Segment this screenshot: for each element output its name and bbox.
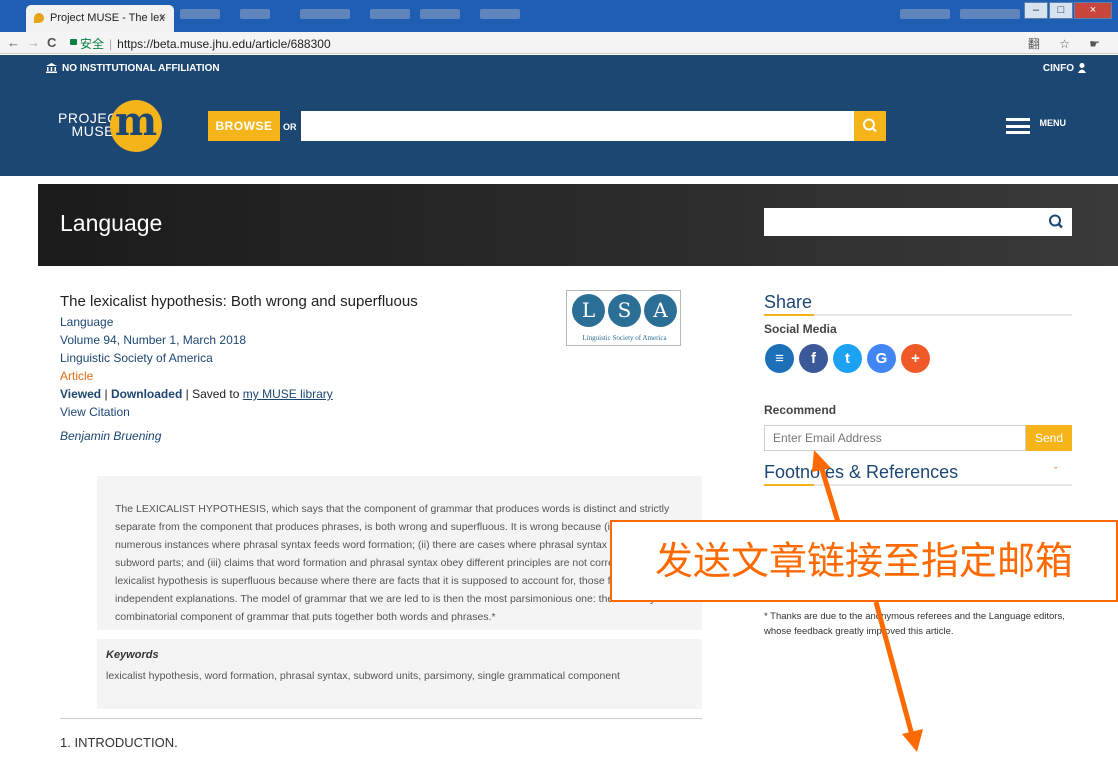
browse-button[interactable]: BROWSE (208, 111, 280, 141)
tab-strip: Project MUSE - The lex × – □ × (0, 0, 1118, 32)
lsa-logo[interactable]: L S A Linguistic Society of America (566, 290, 681, 346)
affiliation-label: NO INSTITUTIONAL AFFILIATION (62, 63, 220, 74)
view-citation-link[interactable]: View Citation (60, 403, 418, 421)
blurred-tab[interactable] (480, 9, 520, 19)
address-bar: ← → C 安全 | https://beta.muse.jhu.edu/artic… (0, 32, 1118, 54)
site-header: PROJECT MUSE m BROWSE OR MENU (0, 82, 1118, 176)
tab-title: Project MUSE - The lex (50, 12, 165, 24)
journal-search-button[interactable] (1042, 208, 1072, 236)
logo-text-bottom: MUSE (71, 123, 114, 139)
tab-close-icon[interactable]: × (160, 11, 166, 23)
browser-tab[interactable]: Project MUSE - The lex × (26, 5, 174, 32)
search-icon (1049, 214, 1063, 229)
minimize-icon[interactable]: – (1024, 2, 1048, 19)
logo-wordmark[interactable]: PROJECT MUSE (58, 111, 126, 139)
journal-search-input[interactable] (764, 208, 1042, 236)
blurred-tab[interactable] (900, 9, 950, 19)
facebook-icon[interactable]: f (799, 344, 828, 373)
list-share-icon[interactable]: ≡ (765, 344, 794, 373)
blurred-tab[interactable] (240, 9, 270, 19)
journal-banner: Language (38, 184, 1118, 266)
saved-prefix: | Saved to (182, 387, 243, 401)
share-rule (764, 314, 1072, 316)
usage-line: Viewed | Downloaded | Saved to my MUSE l… (60, 385, 418, 403)
back-icon[interactable]: ← (7, 35, 20, 50)
share-title: Share (764, 292, 813, 312)
divider (60, 718, 702, 719)
social-icons: ≡ f t G + (765, 344, 930, 373)
keywords-box: Keywords lexicalist hypothesis, word for… (97, 639, 702, 709)
institution-icon (46, 63, 57, 73)
toolbar-icons[interactable]: 翻 ☆ ☛ (1028, 35, 1108, 52)
viewed-label: Viewed (60, 387, 102, 401)
blurred-tab[interactable] (960, 9, 1020, 19)
journal-title[interactable]: Language (60, 210, 162, 237)
lsa-letter: A (644, 294, 677, 327)
site-search-input[interactable] (301, 111, 854, 141)
menu-label[interactable]: MENU (1040, 118, 1067, 128)
window-controls: – □ × (1024, 2, 1112, 19)
journal-link[interactable]: Language (60, 313, 418, 331)
footnotes-rule (764, 484, 1072, 486)
issue-link[interactable]: Volume 94, Number 1, March 2018 (60, 331, 418, 349)
forward-icon[interactable]: → (27, 35, 40, 50)
site-search-button[interactable] (854, 111, 886, 141)
user-icon[interactable] (1078, 63, 1086, 73)
search-icon (863, 118, 877, 133)
account-link[interactable]: CINFO (1043, 63, 1074, 74)
url-text: https://beta.muse.jhu.edu/article/688300 (117, 37, 331, 51)
lsa-letter: S (608, 294, 641, 327)
footnotes-toggle[interactable]: Footnotes & References (764, 462, 958, 483)
social-media-label: Social Media (764, 322, 837, 336)
email-field[interactable] (764, 425, 1026, 451)
recommend-label: Recommend (764, 403, 837, 417)
library-link[interactable]: my MUSE library (243, 387, 333, 401)
publisher-link[interactable]: Linguistic Society of America (60, 349, 418, 367)
more-share-icon[interactable]: + (901, 344, 930, 373)
or-label: OR (283, 122, 297, 132)
lsa-letter: L (572, 294, 605, 327)
blurred-tab[interactable] (420, 9, 460, 19)
menu-icon[interactable] (1006, 118, 1030, 134)
reload-icon[interactable]: C (47, 35, 56, 50)
favicon-icon (34, 13, 44, 23)
browser-window: { "browser": { "tab_title": "Project MUS… (0, 0, 1118, 759)
author-link[interactable]: Benjamin Bruening (60, 429, 161, 443)
google-icon[interactable]: G (867, 344, 896, 373)
article-title: The lexicalist hypothesis: Both wrong an… (60, 293, 418, 310)
twitter-icon[interactable]: t (833, 344, 862, 373)
logo-icon[interactable]: m (110, 100, 162, 152)
keywords-text: lexicalist hypothesis, word formation, p… (106, 670, 620, 682)
send-button[interactable]: Send (1026, 425, 1072, 451)
blurred-tab[interactable] (370, 9, 410, 19)
affiliation-bar: NO INSTITUTIONAL AFFILIATION CINFO (0, 55, 1118, 82)
close-window-icon[interactable]: × (1074, 2, 1112, 19)
blurred-tab[interactable] (180, 9, 220, 19)
article-type: Article (60, 369, 94, 383)
section-heading: 1. INTRODUCTION. (60, 735, 178, 750)
downloaded-label: Downloaded (110, 387, 183, 401)
chevron-down-icon[interactable]: ˇ (1054, 466, 1058, 478)
lsa-caption: Linguistic Society of America (582, 334, 667, 342)
blurred-tab[interactable] (300, 9, 350, 19)
maximize-icon[interactable]: □ (1049, 2, 1073, 19)
separator: | (101, 387, 111, 401)
lock-icon (70, 39, 77, 45)
keywords-title: Keywords (106, 649, 159, 661)
article-metadata: The lexicalist hypothesis: Both wrong an… (60, 292, 418, 421)
annotation-callout: 发送文章链接至指定邮箱 (610, 520, 1118, 602)
footnote-text: * Thanks are due to the anonymous refere… (764, 611, 1065, 637)
secure-label: 安全 (80, 37, 105, 51)
url-field[interactable]: 安全 | https://beta.muse.jhu.edu/article/688… (80, 35, 331, 52)
